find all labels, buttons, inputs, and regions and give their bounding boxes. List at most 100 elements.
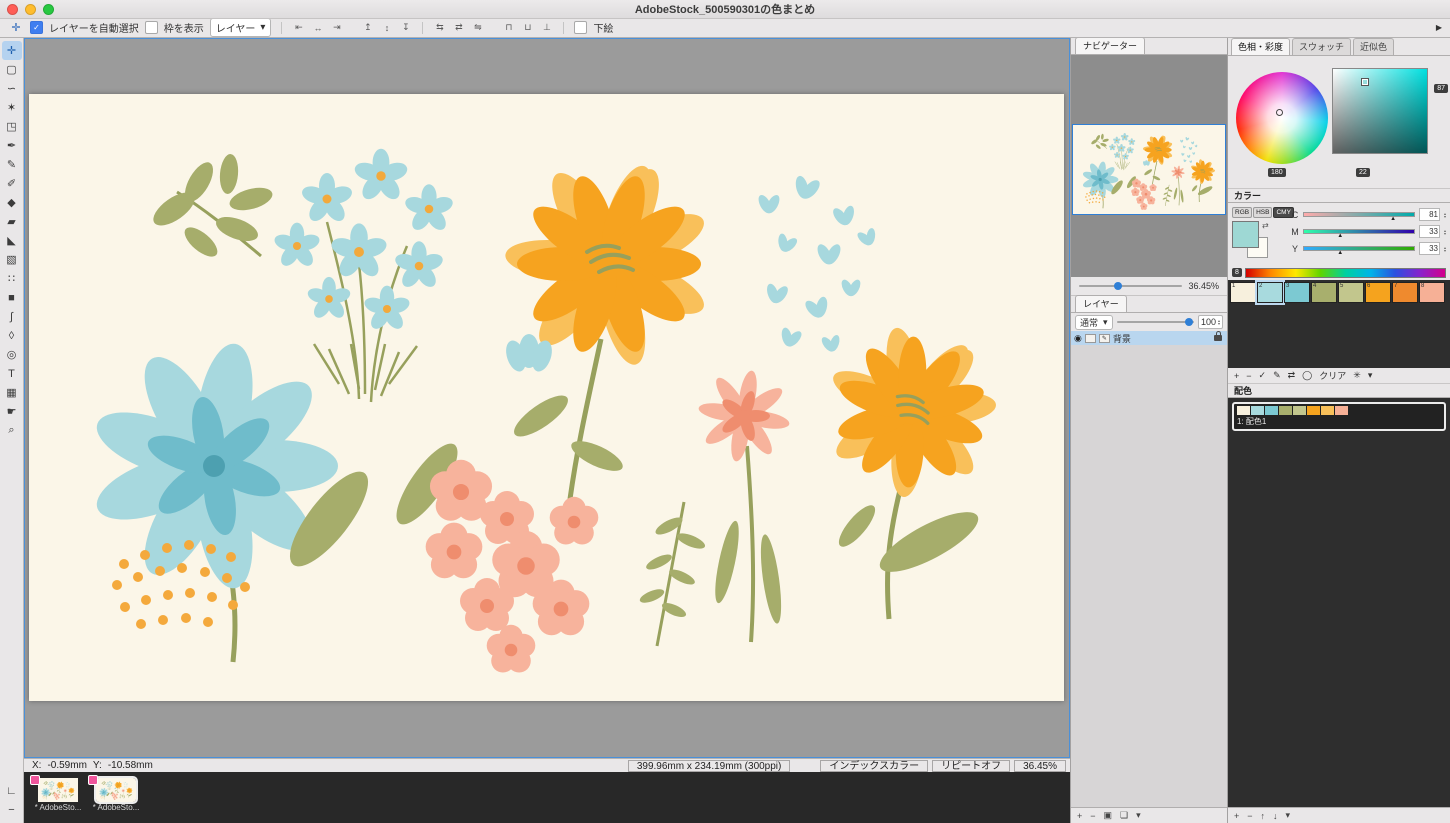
eraser-tool-button[interactable]: ▰ (2, 212, 22, 231)
auto-select-layer-checkbox[interactable]: ✓ (30, 21, 43, 34)
maximize-window-button[interactable] (43, 4, 54, 15)
brush-tool-button[interactable]: ✐ (2, 174, 22, 193)
magenta-stepper[interactable]: ▴▾ (1444, 229, 1446, 235)
cyan-slider-marker[interactable]: ▲ (1390, 216, 1396, 222)
ink-tool-button[interactable]: ◆ (2, 193, 22, 212)
navigator-thumbnail[interactable] (1073, 125, 1225, 214)
edit-swatch-button[interactable]: ✎ (1273, 370, 1281, 381)
palette-menu-button[interactable]: ▾ (1286, 810, 1291, 821)
asterisk-button[interactable]: ✳ (1353, 370, 1361, 381)
fit-bottom-button[interactable]: ⊔ (521, 22, 534, 33)
minimize-window-button[interactable] (25, 4, 36, 15)
blur-tool-button[interactable]: ◊ (2, 326, 22, 345)
opacity-stepper[interactable]: ▴ ▾ (1218, 319, 1220, 325)
layer-row-background[interactable]: ◉ ✎ 背景 (1071, 331, 1227, 345)
navigator-zoom-slider[interactable] (1079, 285, 1182, 287)
tab-similar-colors[interactable]: 近似色 (1353, 38, 1394, 55)
yellow-stepper[interactable]: ▴▾ (1444, 246, 1446, 252)
palette-item-1[interactable]: 1: 配色1 (1232, 402, 1446, 431)
lock-icon[interactable] (1214, 335, 1222, 341)
swatch-3[interactable]: 3 (1284, 282, 1310, 303)
underlay-checkbox[interactable] (574, 21, 587, 34)
grid-tool-button[interactable]: ▦ (2, 383, 22, 402)
artboard[interactable] (29, 94, 1064, 701)
layer-list-empty-area[interactable] (1071, 345, 1227, 807)
crop-tool-button[interactable]: ◳ (2, 117, 22, 136)
collapse-panel-button[interactable]: − (2, 800, 22, 819)
hue-wheel-marker[interactable] (1276, 109, 1283, 116)
eyedropper-tool-button[interactable]: ✒ (2, 136, 22, 155)
canvas-viewport[interactable] (24, 38, 1070, 758)
swap-swatch-button[interactable]: ⇄ (1288, 370, 1296, 381)
repeat-mode-button[interactable]: リピートオフ (932, 760, 1010, 772)
hue-wheel[interactable] (1236, 72, 1328, 164)
magenta-slider[interactable]: ▲ (1303, 229, 1415, 234)
document-thumbnail-1[interactable]: * AdobeSto... (34, 778, 82, 812)
align-middle-v-button[interactable]: ↕ (380, 23, 393, 33)
layer-target-dropdown[interactable]: レイヤー ▾ (210, 18, 272, 37)
swatch-7[interactable]: 7 (1392, 282, 1418, 303)
fit-top-button[interactable]: ⊓ (502, 22, 515, 33)
distribute-h-button[interactable]: ⇆ (433, 22, 446, 33)
swatch-1[interactable]: 1 (1230, 282, 1256, 303)
opacity-knob[interactable] (1185, 318, 1193, 326)
close-window-button[interactable] (7, 4, 18, 15)
color-spectrum-ramp[interactable] (1245, 268, 1446, 278)
distribute-v-button[interactable]: ⇄ (452, 22, 465, 33)
canvas-artwork[interactable] (29, 94, 1064, 701)
marquee-tool-button[interactable]: ▢ (2, 60, 22, 79)
tab-navigator[interactable]: ナビゲーター (1075, 37, 1145, 54)
ruler-corner-icon[interactable]: ∟ (2, 781, 22, 800)
color-mode-button[interactable]: インデックスカラー (820, 760, 928, 772)
yellow-slider[interactable]: ▲ (1303, 246, 1415, 251)
magenta-value[interactable]: 33 (1419, 225, 1440, 238)
remove-swatch-button[interactable]: − (1246, 371, 1251, 381)
move-palette-down-button[interactable]: ↓ (1273, 811, 1278, 821)
swatch-4[interactable]: 4 (1311, 282, 1337, 303)
hand-tool-button[interactable]: ☛ (2, 402, 22, 421)
lasso-tool-button[interactable]: ∽ (2, 79, 22, 98)
align-center-h-button[interactable]: ↔ (311, 23, 324, 33)
opacity-slider[interactable] (1117, 321, 1194, 323)
zoom-tool-button[interactable]: ⌕ (2, 421, 22, 440)
focus-tool-button[interactable]: ◎ (2, 345, 22, 364)
yellow-slider-marker[interactable]: ▲ (1337, 250, 1343, 256)
align-left-button[interactable]: ⇤ (292, 22, 305, 33)
align-bottom-button[interactable]: ↧ (399, 22, 412, 33)
blend-mode-dropdown[interactable]: 通常 ▾ (1075, 315, 1113, 330)
duplicate-layer-button[interactable]: ❏ (1120, 810, 1128, 821)
move-palette-up-button[interactable]: ↑ (1261, 811, 1266, 821)
swatch-5[interactable]: 5 (1338, 282, 1364, 303)
remove-palette-button[interactable]: − (1247, 811, 1252, 821)
swatch-6[interactable]: 6 (1365, 282, 1391, 303)
distribute-space-button[interactable]: ⇋ (471, 22, 484, 33)
align-right-button[interactable]: ⇥ (330, 22, 343, 33)
add-swatch-button[interactable]: + (1234, 371, 1239, 381)
mode-rgb-button[interactable]: RGB (1232, 207, 1252, 218)
add-layer-button[interactable]: + (1077, 811, 1082, 821)
magic-wand-tool-button[interactable]: ✶ (2, 98, 22, 117)
text-tool-button[interactable]: T (2, 364, 22, 383)
gradient-tool-button[interactable]: ▧ (2, 250, 22, 269)
add-palette-button[interactable]: + (1234, 811, 1239, 821)
layer-visibility-icon[interactable]: ◉ (1074, 333, 1082, 344)
tab-layers[interactable]: レイヤー (1075, 295, 1127, 312)
foreground-color-swatch[interactable] (1232, 221, 1259, 248)
fit-baseline-button[interactable]: ⊥ (540, 22, 553, 33)
tab-hue-saturation[interactable]: 色相・彩度 (1231, 38, 1290, 55)
align-top-button[interactable]: ↥ (361, 22, 374, 33)
saturation-brightness-square[interactable] (1332, 68, 1428, 154)
navigator-preview[interactable] (1071, 55, 1227, 277)
swatch-2[interactable]: 2 (1257, 282, 1283, 303)
move-tool-button[interactable]: ✛ (2, 41, 22, 60)
zoom-level-button[interactable]: 36.45% (1014, 760, 1066, 772)
sv-marker[interactable] (1362, 79, 1368, 85)
navigator-zoom-knob[interactable] (1114, 282, 1122, 290)
swatch-8[interactable]: 8 (1419, 282, 1445, 303)
delete-layer-button[interactable]: − (1090, 811, 1095, 821)
shape-tool-button[interactable]: ■ (2, 288, 22, 307)
layer-settings-button[interactable]: ▣ (1104, 810, 1113, 821)
opacity-value-box[interactable]: 100 ▴ ▾ (1198, 315, 1223, 329)
layers-menu-button[interactable]: ▾ (1136, 810, 1141, 821)
toolbar-overflow-button[interactable]: ▶ (1436, 23, 1442, 32)
